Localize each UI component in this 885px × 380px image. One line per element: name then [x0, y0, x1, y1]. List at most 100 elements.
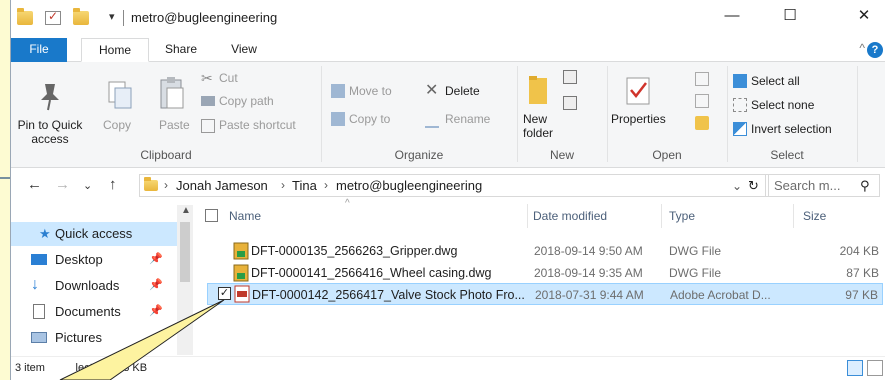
file-size: 97 KB	[845, 288, 878, 302]
edit-icon	[695, 94, 709, 108]
column-separator[interactable]	[793, 204, 794, 228]
easy-access-icon[interactable]	[563, 96, 577, 110]
breadcrumb-jonah-jameson[interactable]: Jonah Jameson	[176, 178, 268, 193]
scissors-icon: ✂	[201, 70, 213, 86]
tab-home[interactable]: Home	[81, 38, 149, 62]
title-bar: ▾ metro@bugleengineering — ☐ ✕	[11, 0, 885, 38]
file-row-selected[interactable]: ✓ DFT-0000142_2566417_Valve Stock Photo …	[207, 283, 883, 305]
file-row[interactable]: DFT-0000135_2566263_Gripper.dwg 2018-09-…	[207, 240, 883, 262]
pin-icon	[41, 84, 59, 111]
copy-to-icon	[331, 112, 345, 126]
nav-item-documents[interactable]: Documents 📌	[11, 300, 177, 324]
invert-selection-button[interactable]: Invert selection	[751, 122, 832, 136]
clipboard-group-label: Clipboard	[140, 148, 192, 162]
copy-icon	[108, 81, 132, 109]
select-none-button[interactable]: Select none	[751, 98, 814, 112]
folder-icon	[17, 8, 33, 25]
select-none-icon	[733, 98, 747, 112]
search-icon[interactable]: ⚲	[860, 178, 870, 194]
breadcrumb-tina[interactable]: Tina	[292, 178, 317, 193]
file-name: DFT-0000135_2566263_Gripper.dwg	[251, 244, 458, 258]
download-icon: ↓	[31, 276, 39, 293]
address-bar[interactable]: › Jonah Jameson › Tina › metro@bugleengi…	[139, 174, 769, 197]
help-icon[interactable]: ?	[867, 42, 883, 58]
paste-shortcut-button[interactable]: Paste shortcut	[219, 118, 296, 132]
breadcrumb-metro[interactable]: metro@bugleengineering	[336, 178, 482, 193]
pin-icon[interactable]: 📌	[149, 278, 163, 291]
move-to-button[interactable]: Move to	[349, 84, 392, 98]
column-separator[interactable]	[661, 204, 662, 228]
search-input[interactable]: Search m...	[774, 178, 840, 193]
history-icon	[695, 116, 709, 130]
collapse-ribbon-icon[interactable]: ^	[859, 41, 865, 55]
tab-share[interactable]: Share	[159, 38, 203, 62]
column-header-name[interactable]: Name	[229, 209, 261, 223]
pin-icon[interactable]: 📌	[149, 252, 163, 265]
back-arrow-icon[interactable]: ←	[27, 176, 42, 193]
paste-shortcut-icon	[201, 119, 215, 133]
tab-view[interactable]: View	[224, 38, 264, 62]
organize-group-label: Organize	[394, 148, 444, 162]
breadcrumb-separator[interactable]: ›	[281, 178, 285, 192]
delete-button[interactable]: Delete	[445, 84, 480, 98]
status-text: 3 item lected 96.8 KB	[15, 362, 148, 374]
customize-toolbar-arrow[interactable]: ▾	[109, 10, 115, 23]
select-all-button[interactable]: Select all	[751, 74, 800, 88]
nav-item-quick-access[interactable]: ★ Quick access	[11, 222, 177, 246]
new-folder-button[interactable]: New folder	[523, 112, 563, 140]
properties-button[interactable]: Properties	[611, 112, 666, 126]
large-icons-view-icon[interactable]	[867, 360, 883, 376]
row-checkbox[interactable]: ✓	[218, 287, 231, 300]
nav-scrollbar-thumb[interactable]	[180, 222, 190, 282]
copy-to-button[interactable]: Copy to	[349, 112, 390, 126]
file-type: Adobe Acrobat D...	[670, 288, 771, 302]
file-date: 2018-09-14 9:50 AM	[534, 244, 643, 258]
file-row[interactable]: DFT-0000141_2566416_Wheel casing.dwg 201…	[207, 262, 883, 284]
column-separator[interactable]	[527, 204, 528, 228]
properties-check-icon[interactable]	[45, 9, 61, 25]
select-all-checkbox[interactable]	[205, 209, 218, 222]
tab-file[interactable]: File	[11, 38, 67, 62]
new-folder-icon[interactable]	[73, 8, 89, 25]
move-to-icon	[331, 84, 345, 98]
status-bar: 3 item lected 96.8 KB	[11, 356, 885, 380]
nav-item-downloads[interactable]: ↓ Downloads 📌	[11, 274, 177, 298]
column-header-date[interactable]: Date modified	[533, 209, 607, 223]
file-date: 2018-09-14 9:35 AM	[534, 266, 643, 280]
up-arrow-icon[interactable]: ↑	[109, 176, 117, 193]
close-button[interactable]: ✕	[841, 0, 885, 34]
address-row: ← → ⌄ ↑ › Jonah Jameson › Tina › metro@b…	[11, 170, 885, 200]
pin-icon[interactable]: 📌	[149, 304, 163, 317]
maximize-button[interactable]: ☐	[767, 0, 813, 34]
pin-to-quick-access-button[interactable]: Pin to Quick access	[11, 118, 89, 146]
breadcrumb-separator[interactable]: ›	[164, 178, 168, 192]
column-header-type[interactable]: Type	[669, 209, 695, 223]
dwg-file-icon	[233, 264, 249, 282]
details-view-icon[interactable]	[847, 360, 863, 376]
rename-button[interactable]: Rename	[445, 112, 490, 126]
forward-arrow-icon[interactable]: →	[55, 176, 70, 193]
minimize-button[interactable]: —	[709, 0, 755, 34]
column-header-size[interactable]: Size	[803, 209, 826, 223]
copy-button[interactable]: Copy	[103, 118, 131, 132]
open-icon	[695, 72, 709, 86]
file-explorer-window: ▾ metro@bugleengineering — ☐ ✕ File Home…	[10, 0, 885, 380]
address-dropdown-icon[interactable]: ⌄	[732, 179, 742, 193]
refresh-icon[interactable]: ↻	[748, 178, 759, 194]
search-box[interactable]: Search m... ⚲	[765, 174, 880, 197]
open-group-label: Open	[652, 148, 682, 162]
paste-button[interactable]: Paste	[159, 118, 190, 132]
nav-item-desktop[interactable]: Desktop 📌	[11, 248, 177, 272]
ribbon-tabs: File Home Share View	[11, 38, 885, 62]
scroll-up-icon[interactable]: ▲	[181, 205, 191, 216]
copy-path-button[interactable]: Copy path	[219, 94, 274, 108]
new-item-icon[interactable]	[563, 70, 577, 84]
document-icon	[33, 304, 45, 319]
breadcrumb-separator[interactable]: ›	[324, 178, 328, 192]
file-size: 204 KB	[839, 244, 879, 258]
nav-label: Documents	[55, 304, 121, 319]
recent-locations-icon[interactable]: ⌄	[83, 179, 92, 192]
paste-icon	[160, 77, 184, 109]
cut-button[interactable]: Cut	[219, 71, 238, 85]
nav-item-pictures[interactable]: Pictures	[11, 326, 177, 350]
